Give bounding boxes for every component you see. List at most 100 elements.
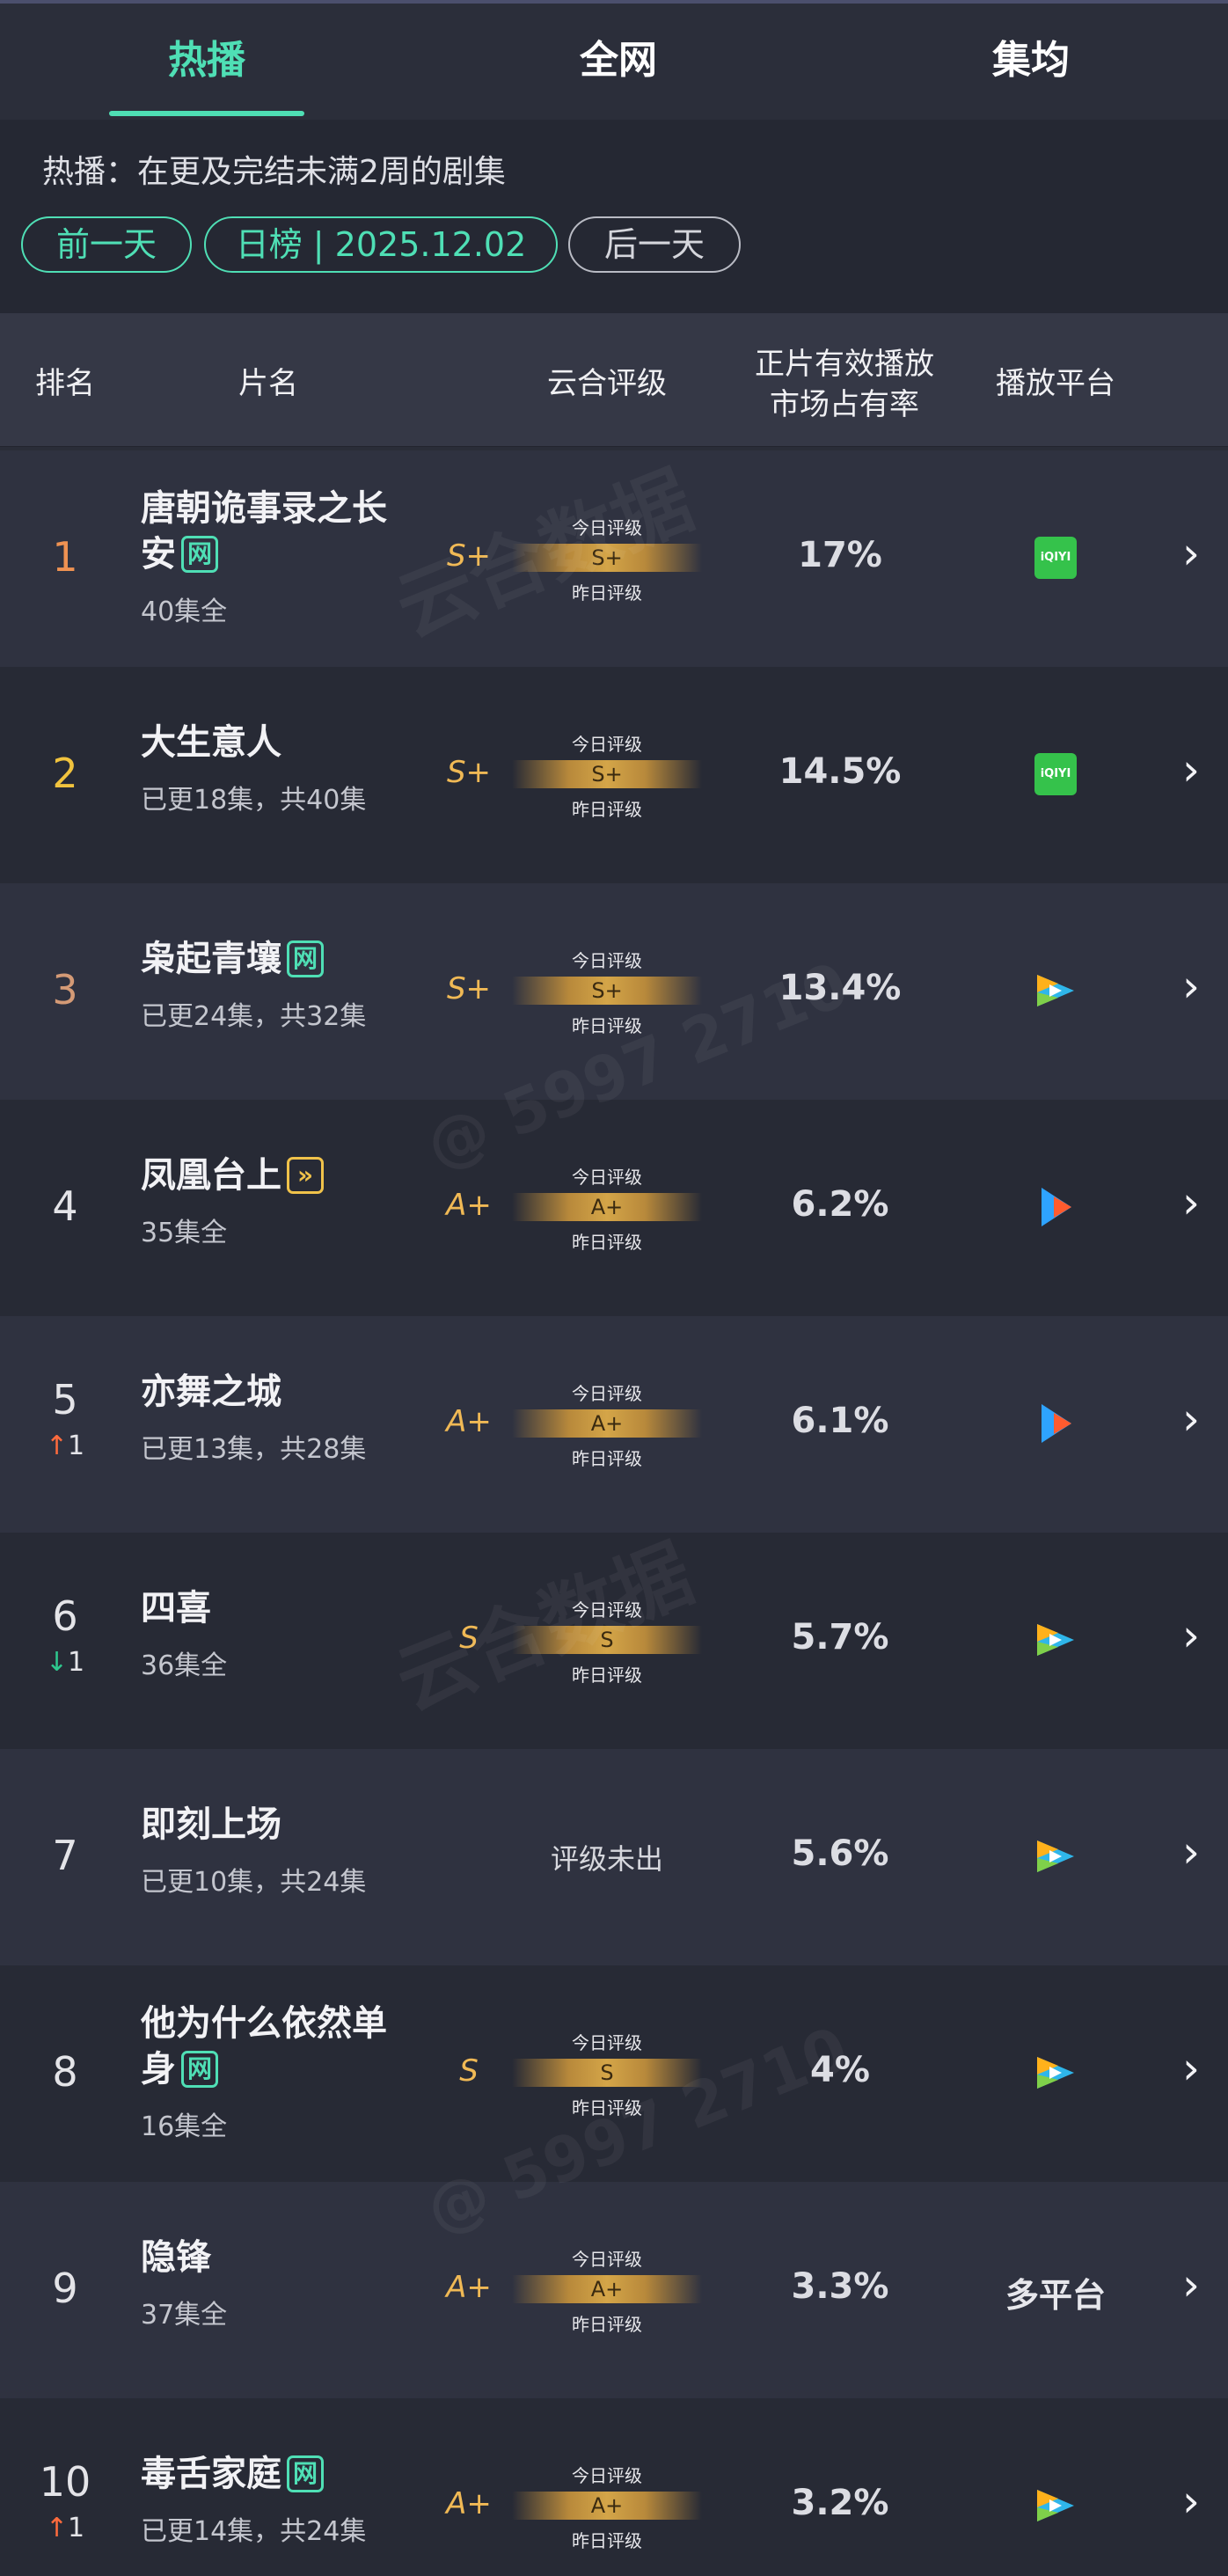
drama-title-text: 亦舞之城	[141, 1372, 281, 1412]
yesterday-grade-label: 昨日评级	[572, 1232, 642, 1253]
episode-status: 已更14集，共24集	[141, 2516, 367, 2547]
drama-info: 毒舌家庭网已更14集，共24集	[141, 2451, 405, 2548]
top-tabs: 热播 全网 集均	[0, 0, 1228, 120]
table-row[interactable]: 4 凤凰台上» 35集全 A+ 今日评级 A+ 昨日评级 6.2% ›	[0, 1100, 1228, 1316]
chevron-right-icon[interactable]: ›	[1175, 744, 1207, 795]
table-row[interactable]: 6 ↓1 四喜 36集全 S 今日评级 S 昨日评级 5.7% ›	[0, 1533, 1228, 1749]
market-share: 4%	[810, 2050, 870, 2090]
header-share-line1: 正片有效播放	[755, 347, 934, 382]
platform-label: 多平台	[1005, 2276, 1106, 2315]
market-share: 6.2%	[791, 1184, 889, 1225]
drama-title: 凤凰台上»	[141, 1153, 405, 1198]
header-rank: 排名	[35, 366, 95, 401]
chevron-right-icon[interactable]: ›	[1175, 2259, 1207, 2310]
grade-comparison: 今日评级 S+ 昨日评级	[512, 730, 702, 820]
chevron-right-icon[interactable]: ›	[1175, 961, 1207, 1012]
yesterday-grade-value: A+	[590, 1195, 624, 1219]
table-row[interactable]: 1 唐朝诡事录之长安网 40集全 S+ 今日评级 S+ 昨日评级 17% iQIYI ›	[0, 450, 1228, 667]
grade-comparison: 今日评级 S+ 昨日评级	[512, 947, 702, 1036]
grade-comparison: 今日评级 S 昨日评级	[512, 1596, 702, 1686]
chevron-right-icon[interactable]: ›	[1175, 2476, 1207, 2527]
rank-number: 2	[52, 750, 78, 797]
chevron-right-icon[interactable]: ›	[1175, 1610, 1207, 1661]
grade-value: S+	[446, 538, 492, 574]
iqiyi-icon: iQIYI	[1012, 537, 1100, 579]
rank-number: 3	[52, 966, 78, 1014]
grade-pending: 评级未出	[550, 1842, 663, 1876]
table-row[interactable]: 2 大生意人 已更18集，共40集 S+ 今日评级 S+ 昨日评级 14.5% iQIYI ›	[0, 667, 1228, 883]
rank-number: 10	[39, 2458, 91, 2506]
drama-info: 隐锋 37集全	[141, 2235, 405, 2331]
grade-value: S+	[446, 971, 492, 1006]
market-share: 6.1%	[791, 1401, 889, 1441]
tab-episode-average[interactable]: 集均	[881, 4, 1180, 120]
drama-title-text: 四喜	[141, 1588, 211, 1628]
tab-all-network[interactable]: 全网	[469, 4, 768, 120]
active-tab-indicator	[109, 111, 304, 116]
table-row[interactable]: 9 隐锋 37集全 A+ 今日评级 A+ 昨日评级 3.3% 多平台 ›	[0, 2182, 1228, 2398]
rank-change-value: 1	[68, 1647, 85, 1678]
previous-day-button[interactable]: 前一天	[21, 216, 192, 273]
table-row[interactable]: 7 即刻上场 已更10集，共24集 评级未出 5.6% ›	[0, 1749, 1228, 1965]
drama-title: 四喜	[141, 1585, 405, 1631]
today-grade-label: 今日评级	[572, 2249, 642, 2270]
today-grade-label: 今日评级	[572, 1599, 642, 1621]
rank-change-down-icon: ↓	[45, 1647, 69, 1678]
drama-info: 他为什么依然单身网 16集全	[141, 2001, 405, 2143]
episode-status: 已更24集，共32集	[141, 1001, 367, 1032]
yesterday-grade-value: S	[600, 1628, 614, 1652]
yesterday-grade-label: 昨日评级	[572, 1665, 642, 1686]
web-drama-badge: 网	[287, 940, 324, 977]
today-grade-label: 今日评级	[572, 1167, 642, 1188]
drama-title: 隐锋	[141, 2235, 405, 2280]
grade-comparison: 今日评级 S+ 昨日评级	[512, 514, 702, 604]
yesterday-grade-label: 昨日评级	[572, 582, 642, 604]
date-selector[interactable]: 日榜 | 2025.12.02	[204, 216, 558, 273]
drama-title-text: 毒舌家庭	[141, 2454, 281, 2494]
drama-info: 即刻上场 已更10集，共24集	[141, 1802, 405, 1899]
chevron-right-icon[interactable]: ›	[1175, 1826, 1207, 1877]
drama-title-text: 隐锋	[141, 2237, 211, 2278]
table-row[interactable]: 8 他为什么依然单身网 16集全 S 今日评级 S 昨日评级 4% ›	[0, 1965, 1228, 2182]
grade-value: S	[459, 2053, 479, 2089]
youku-icon	[1012, 1184, 1100, 1233]
grade-comparison: 今日评级 A+ 昨日评级	[512, 1163, 702, 1253]
yesterday-grade-value: A+	[590, 2493, 624, 2518]
market-share: 13.4%	[778, 968, 902, 1008]
rank-number: 5	[52, 1376, 78, 1423]
today-grade-label: 今日评级	[572, 1383, 642, 1404]
table-header: 排名 片名 云合评级 正片有效播放 市场占有率 播放平台	[0, 313, 1228, 447]
table-row[interactable]: 3 枭起青壤网已更24集，共32集 S+ 今日评级 S+ 昨日评级 13.4% ›	[0, 883, 1228, 1100]
episode-status: 已更13集，共28集	[141, 1434, 367, 1465]
chevron-right-icon[interactable]: ›	[1175, 1394, 1207, 1445]
today-grade-label: 今日评级	[572, 517, 642, 538]
rank-change-up-icon: ↑	[45, 1431, 69, 1461]
table-row[interactable]: 10 ↑1 毒舌家庭网已更14集，共24集 A+ 今日评级 A+ 昨日评级 3.2% ›	[0, 2398, 1228, 2576]
chevron-right-icon[interactable]: ›	[1175, 2043, 1207, 2094]
yesterday-grade-label: 昨日评级	[572, 2097, 642, 2119]
header-grade: 云合评级	[547, 366, 667, 401]
header-platform: 播放平台	[996, 366, 1115, 401]
drama-title: 毒舌家庭网	[141, 2451, 405, 2497]
drama-title: 他为什么依然单身网	[141, 2001, 405, 2092]
market-share: 5.7%	[791, 1617, 889, 1658]
grade-comparison: 今日评级 A+ 昨日评级	[512, 1379, 702, 1469]
grade-comparison: 今日评级 A+ 昨日评级	[512, 2462, 702, 2551]
today-grade-label: 今日评级	[572, 2465, 642, 2486]
episode-status: 36集全	[141, 1650, 228, 1681]
market-share: 14.5%	[778, 751, 902, 792]
rank-change-value: 1	[68, 2513, 85, 2543]
market-share: 17%	[798, 535, 882, 575]
rank-number: 4	[52, 1182, 78, 1230]
episode-status: 16集全	[141, 2111, 228, 2142]
rank-number: 7	[52, 1832, 78, 1879]
drama-title: 大生意人	[141, 720, 405, 765]
next-day-button[interactable]: 后一天	[568, 216, 741, 273]
tab-hot[interactable]: 热播	[57, 4, 356, 120]
chevron-right-icon[interactable]: ›	[1175, 528, 1207, 579]
table-row[interactable]: 5 ↑1 亦舞之城 已更13集，共28集 A+ 今日评级 A+ 昨日评级 6.1% ›	[0, 1316, 1228, 1533]
chevron-right-icon[interactable]: ›	[1175, 1177, 1207, 1228]
rank-number: 1	[52, 533, 78, 581]
web-drama-badge: 网	[181, 2051, 218, 2088]
yesterday-grade-value: S+	[591, 545, 623, 570]
